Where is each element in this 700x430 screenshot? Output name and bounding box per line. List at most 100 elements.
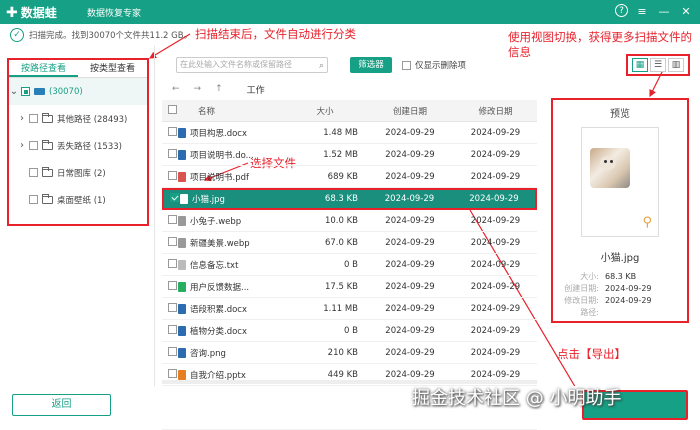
checkbox[interactable] xyxy=(29,141,38,150)
column-header-created[interactable]: 创建日期 xyxy=(366,105,454,117)
row-checkbox[interactable] xyxy=(168,148,177,158)
file-name-cell: 小猫.jpg xyxy=(180,193,293,205)
close-icon[interactable]: ✕ xyxy=(678,3,694,19)
row-checkbox[interactable] xyxy=(168,214,177,224)
meta-value: 2024-09-29 xyxy=(605,295,652,305)
table-row[interactable]: 项目说明书.pdf 689 KB 2024-09-29 2024-09-29 xyxy=(162,166,537,188)
column-header-size[interactable]: 大小 xyxy=(292,105,366,117)
table-row[interactable]: 新疆美景.webp 67.0 KB 2024-09-29 2024-09-29 xyxy=(162,232,537,254)
file-created: 2024-09-29 xyxy=(385,369,435,380)
forward-arrow-icon[interactable]: → xyxy=(194,84,202,94)
select-all-checkbox[interactable] xyxy=(168,104,177,114)
row-checkbox[interactable] xyxy=(168,324,177,334)
file-size: 1.52 MB xyxy=(323,149,358,160)
app-subtitle: 数据恢复专家 xyxy=(87,9,142,19)
row-checkbox[interactable] xyxy=(168,258,177,268)
file-icon xyxy=(178,259,186,270)
folder-icon xyxy=(42,139,53,150)
tab-by-path[interactable]: 按路径查看 xyxy=(9,60,78,77)
tree-item-root[interactable]: ⌄ (30070) xyxy=(9,78,147,105)
tree-item-daily-gallery[interactable]: 日常图库 (2) xyxy=(9,159,147,186)
chevron-right-icon[interactable]: › xyxy=(17,140,27,151)
table-row[interactable]: 信息备忘.txt 0 B 2024-09-29 2024-09-29 xyxy=(162,254,537,276)
file-name-cell: 项目说明书.pdf xyxy=(178,171,292,183)
file-name: 项目说明书.do... xyxy=(190,150,254,161)
file-modified: 2024-09-29 xyxy=(470,149,521,160)
checkbox[interactable] xyxy=(21,87,30,96)
list-view-icon[interactable]: ☰ xyxy=(650,58,666,72)
up-arrow-icon[interactable]: ↑ xyxy=(215,84,223,94)
table-row[interactable]: 小猫.jpg 68.3 KB 2024-09-29 2024-09-29 xyxy=(162,188,537,210)
row-checkbox[interactable] xyxy=(168,368,177,378)
row-checkbox[interactable] xyxy=(168,280,177,290)
column-header-modified[interactable]: 修改日期 xyxy=(454,105,537,117)
tree-item-lost-paths[interactable]: › 丢失路径 (1533) xyxy=(9,132,147,159)
file-created: 2024-09-29 xyxy=(385,215,435,226)
table-row[interactable]: 语段积累.docx 1.11 MB 2024-09-29 2024-09-29 xyxy=(162,298,537,320)
row-checkbox[interactable] xyxy=(168,126,177,136)
checkbox[interactable] xyxy=(29,168,38,177)
check-circle-icon: ✓ xyxy=(10,28,24,42)
file-icon xyxy=(178,237,186,248)
file-created: 2024-09-29 xyxy=(385,259,435,270)
help-icon[interactable]: ? xyxy=(615,4,628,17)
view-tabs: 按路径查看 按类型查看 xyxy=(9,60,147,78)
back-arrow-icon[interactable]: ← xyxy=(172,84,180,94)
current-path: 工作 xyxy=(246,85,265,96)
filter-button[interactable]: 筛选器 xyxy=(350,57,392,73)
file-icon xyxy=(178,369,186,380)
file-icon xyxy=(178,303,186,314)
magnify-icon[interactable]: ⚲ xyxy=(642,215,652,230)
file-modified: 2024-09-29 xyxy=(470,281,521,292)
file-modified: 2024-09-29 xyxy=(470,215,521,226)
table-row[interactable]: 项目说明书.do... 1.52 MB 2024-09-29 2024-09-29 xyxy=(162,144,537,166)
grid-view-icon[interactable]: ▦ xyxy=(632,58,648,72)
toolbar: 在此处输入文件名称或保留路径 ⌕ 筛选器 仅显示删除项 xyxy=(162,52,537,78)
file-created: 2024-09-29 xyxy=(385,347,435,358)
tab-by-type[interactable]: 按类型查看 xyxy=(78,60,147,77)
tree-item-label: 丢失路径 (1533) xyxy=(57,141,122,152)
tree-item-label: 日常图库 (2) xyxy=(57,168,106,179)
row-checkbox[interactable] xyxy=(168,170,177,180)
menu-icon[interactable]: ≡ xyxy=(634,3,650,19)
table-row[interactable]: 小兔子.webp 10.0 KB 2024-09-29 2024-09-29 xyxy=(162,210,537,232)
file-name: 咨询.png xyxy=(190,348,226,359)
file-icon xyxy=(178,127,186,138)
file-name-cell: 项目构思.docx xyxy=(178,127,292,139)
left-panel: 按路径查看 按类型查看 ⌄ (30070) › 其他路径 (28493) › 丢… xyxy=(7,58,149,226)
checkbox[interactable] xyxy=(29,195,38,204)
file-name-cell: 信息备忘.txt xyxy=(178,259,292,271)
row-checkbox[interactable] xyxy=(170,193,179,202)
detail-view-icon[interactable]: ▥ xyxy=(668,58,684,72)
tree-item-desktop-wallpaper[interactable]: 桌面壁纸 (1) xyxy=(9,186,147,213)
file-size: 0 B xyxy=(344,325,358,336)
row-checkbox[interactable] xyxy=(168,302,177,312)
file-size: 67.0 KB xyxy=(324,237,358,248)
chevron-right-icon[interactable]: › xyxy=(17,113,27,124)
minimize-icon[interactable]: — xyxy=(656,3,672,19)
file-size: 1.11 MB xyxy=(323,303,358,314)
file-size: 1.48 MB xyxy=(323,127,358,138)
row-checkbox[interactable] xyxy=(168,236,177,246)
checkbox[interactable] xyxy=(402,60,411,70)
cat-image xyxy=(590,148,630,188)
back-button[interactable]: 返回 xyxy=(12,394,111,416)
table-row[interactable]: 用户反馈数据... 17.5 KB 2024-09-29 2024-09-29 xyxy=(162,276,537,298)
preview-thumbnail[interactable]: ⚲ xyxy=(581,127,659,237)
view-switcher: ▦ ☰ ▥ xyxy=(626,54,690,76)
checkbox[interactable] xyxy=(29,114,38,123)
file-size: 449 KB xyxy=(327,369,358,380)
column-header-name[interactable]: 名称 xyxy=(178,105,292,117)
table-row[interactable]: 植物分类.docx 0 B 2024-09-29 2024-09-29 xyxy=(162,320,537,342)
table-row[interactable]: 咨询.png 210 KB 2024-09-29 2024-09-29 xyxy=(162,342,537,364)
file-icon xyxy=(178,325,186,336)
search-icon[interactable]: ⌕ xyxy=(319,59,324,73)
file-icon xyxy=(178,281,186,292)
chevron-down-icon[interactable]: ⌄ xyxy=(9,86,19,97)
tree-item-other-paths[interactable]: › 其他路径 (28493) xyxy=(9,105,147,132)
row-checkbox[interactable] xyxy=(168,346,177,356)
table-row[interactable]: 项目构思.docx 1.48 MB 2024-09-29 2024-09-29 xyxy=(162,122,537,144)
deleted-only-toggle[interactable]: 仅显示删除项 xyxy=(402,59,466,71)
search-input[interactable]: 在此处输入文件名称或保留路径 ⌕ xyxy=(176,57,328,73)
file-icon xyxy=(178,149,186,160)
